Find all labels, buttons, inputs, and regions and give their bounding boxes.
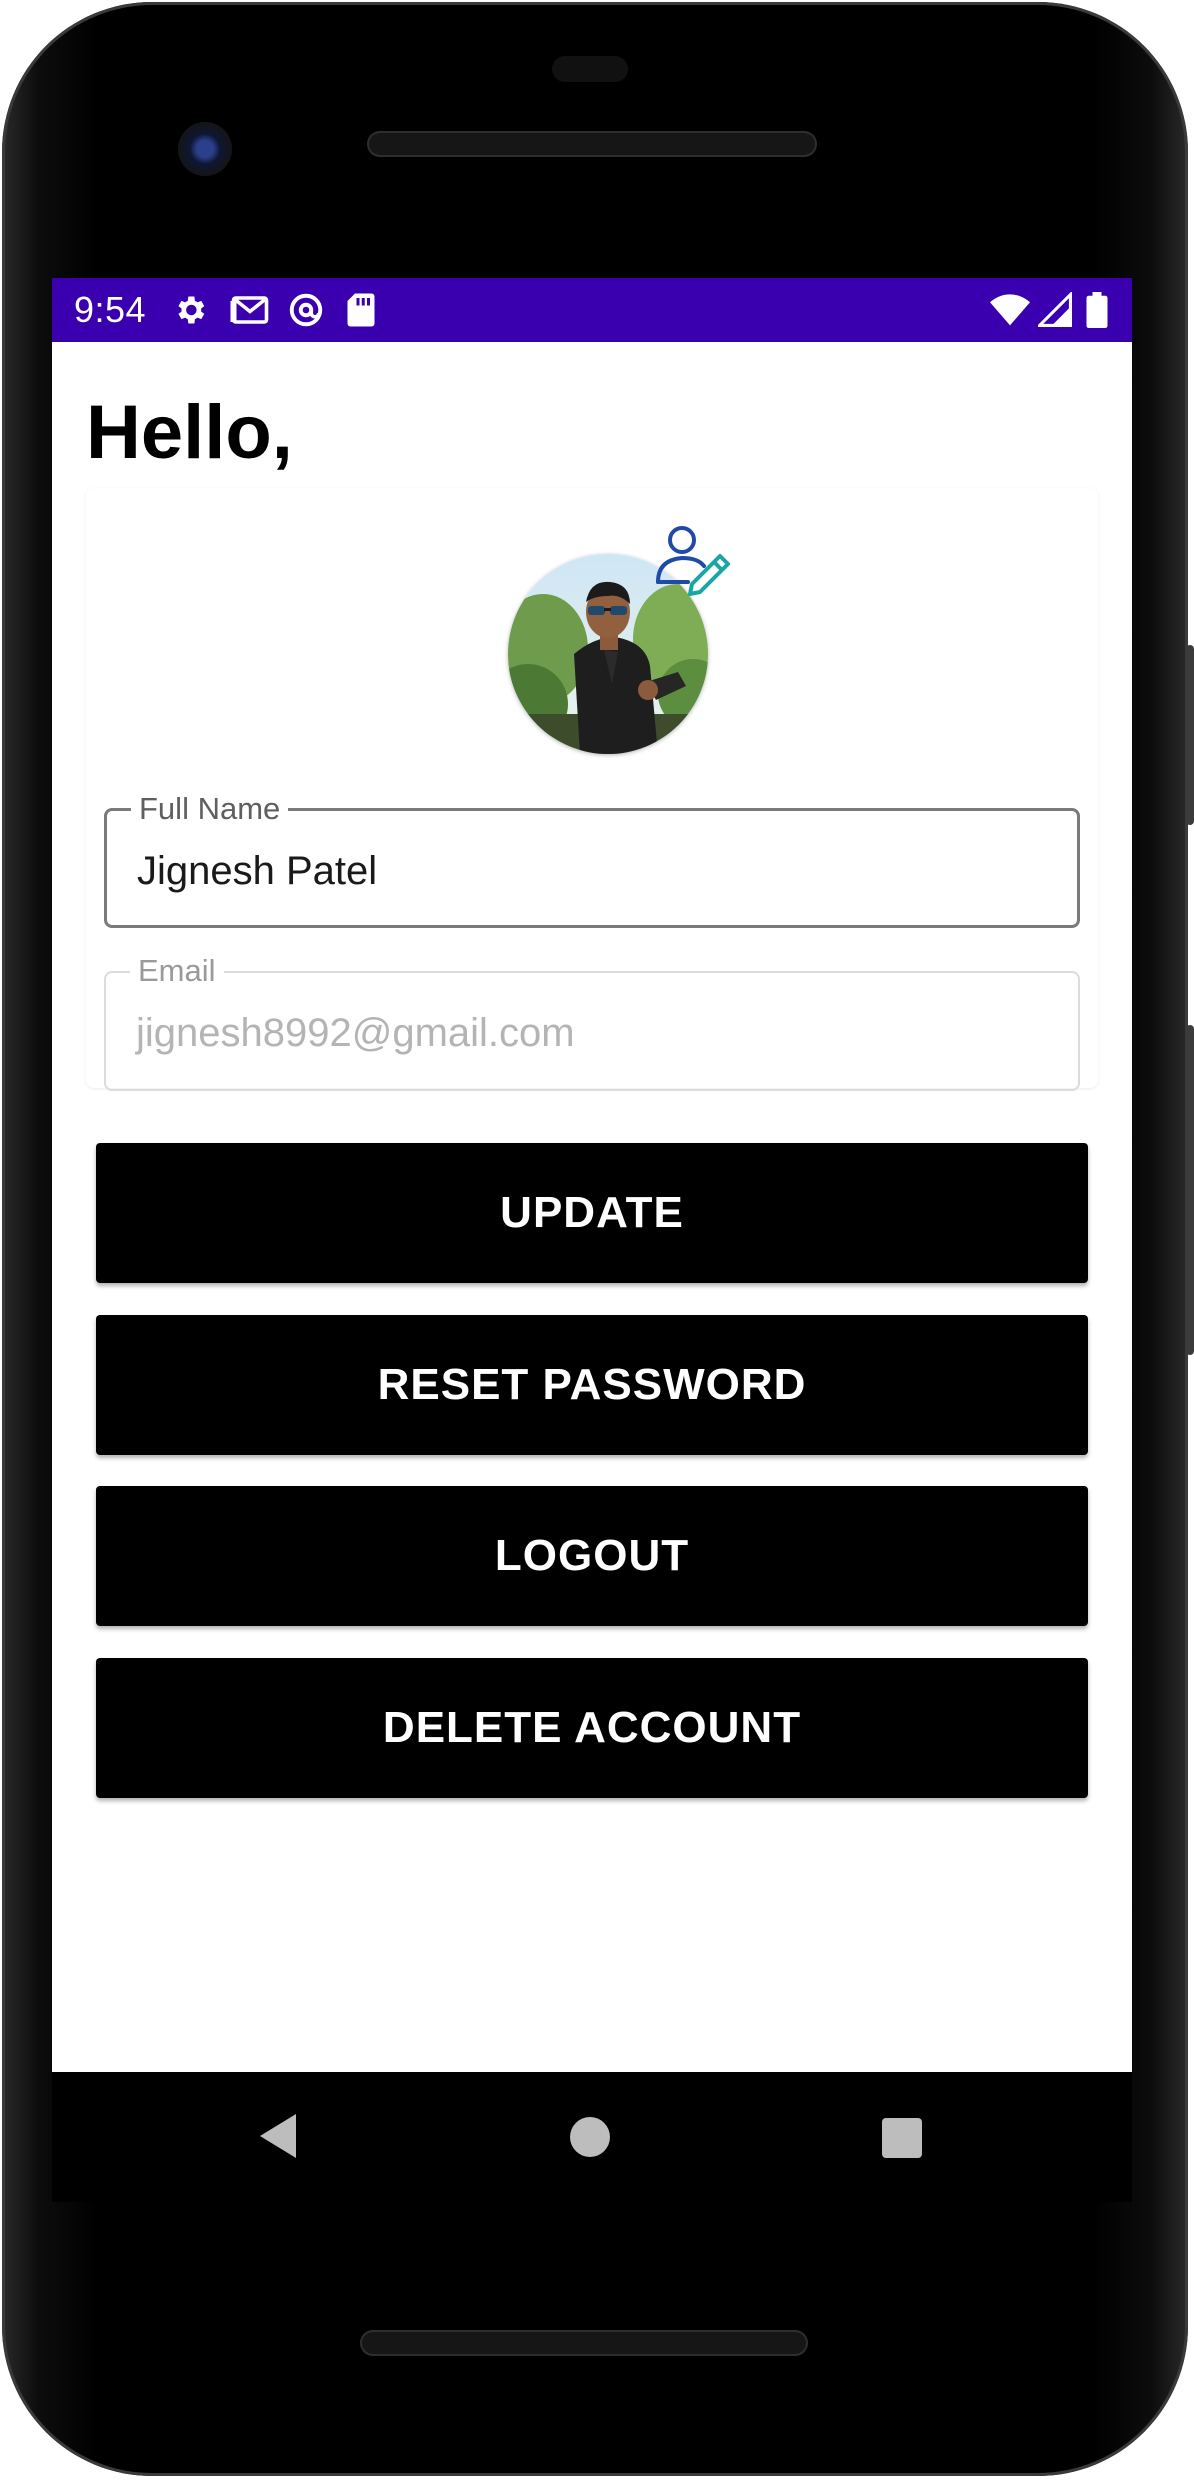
at-sign-icon xyxy=(288,292,324,328)
edit-user-icon[interactable] xyxy=(654,522,734,598)
gmail-icon xyxy=(230,292,270,328)
battery-icon xyxy=(1086,292,1108,328)
sd-card-icon xyxy=(346,292,376,328)
full-name-value[interactable]: Jignesh Patel xyxy=(137,847,1037,895)
earpiece xyxy=(552,56,628,82)
logout-button[interactable]: LOGOUT xyxy=(96,1486,1088,1626)
status-time: 9:54 xyxy=(74,289,147,330)
wifi-icon xyxy=(990,292,1030,328)
app-screen: 9:54 Hello, Full Name Jignesh Patel Emai… xyxy=(52,278,1132,2072)
front-camera xyxy=(178,122,232,176)
power-button xyxy=(1186,645,1194,825)
email-label: Email xyxy=(130,953,224,989)
email-value: jignesh8992@gmail.com xyxy=(136,1011,575,1055)
full-name-label: Full Name xyxy=(131,791,289,827)
recents-icon[interactable] xyxy=(882,2118,922,2158)
delete-account-button[interactable]: DELETE ACCOUNT xyxy=(96,1658,1088,1798)
gear-icon xyxy=(172,292,208,328)
back-icon[interactable] xyxy=(258,2112,298,2165)
phone-frame: 9:54 Hello, Full Name Jignesh Patel Emai… xyxy=(0,0,1194,2480)
top-speaker-grille xyxy=(367,131,817,157)
status-bar: 9:54 xyxy=(52,278,1132,342)
volume-button xyxy=(1186,1025,1194,1355)
greeting-heading: Hello, xyxy=(86,390,293,475)
update-button[interactable]: UPDATE xyxy=(96,1143,1088,1283)
full-name-field[interactable]: Full Name Jignesh Patel xyxy=(104,791,1080,928)
cell-signal-icon xyxy=(1038,292,1072,328)
bottom-speaker-grille xyxy=(360,2330,808,2356)
email-field: Email jignesh8992@gmail.com xyxy=(104,953,1080,1091)
navigation-bar xyxy=(52,2072,1132,2202)
reset-password-button[interactable]: RESET PASSWORD xyxy=(96,1315,1088,1455)
home-icon[interactable] xyxy=(570,2117,610,2157)
